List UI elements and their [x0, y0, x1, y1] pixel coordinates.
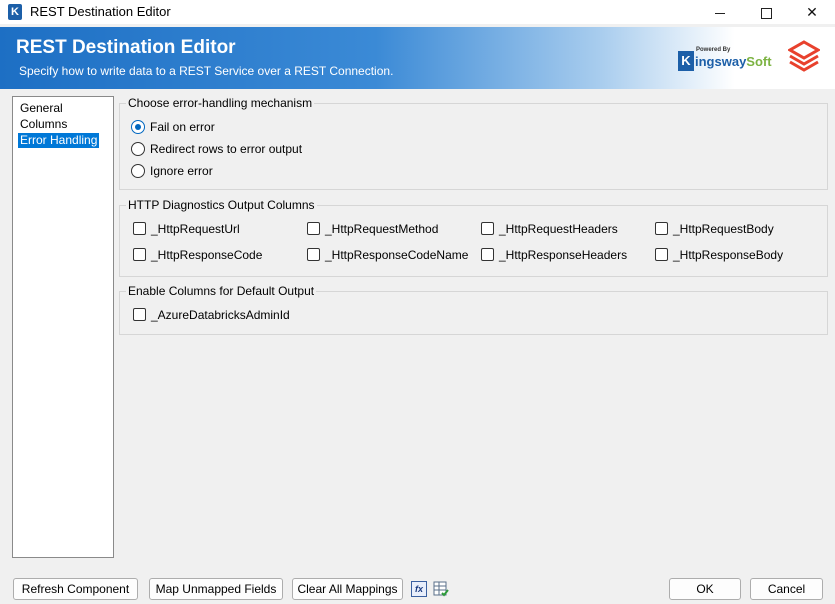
databricks-icon [788, 40, 820, 72]
minimize-button[interactable] [697, 0, 743, 24]
default-output-group: Enable Columns for Default Output _Azure… [119, 284, 828, 335]
kingswaysoft-logo: Powered By K ingswaySoft [678, 47, 772, 75]
clear-all-mappings-button[interactable]: Clear All Mappings [292, 578, 403, 600]
fail-on-error-label[interactable]: Fail on error [150, 119, 215, 135]
banner-title: REST Destination Editor [16, 37, 236, 58]
http-response-headers-checkbox[interactable] [481, 248, 494, 261]
fail-on-error-radio[interactable] [131, 120, 145, 134]
http-response-body-checkbox[interactable] [655, 248, 668, 261]
default-output-legend: Enable Columns for Default Output [126, 284, 317, 298]
redirect-rows-radio[interactable] [131, 142, 145, 156]
maximize-button[interactable] [743, 0, 789, 24]
banner-subtitle: Specify how to write data to a REST Serv… [19, 64, 394, 78]
http-response-code-checkbox[interactable] [133, 248, 146, 261]
azure-databricks-admin-id-checkbox[interactable] [133, 308, 146, 321]
error-handling-legend: Choose error-handling mechanism [126, 96, 315, 110]
http-request-body-label[interactable]: _HttpRequestBody [673, 221, 774, 237]
map-unmapped-fields-button[interactable]: Map Unmapped Fields [149, 578, 283, 600]
app-icon: K [8, 4, 22, 20]
logo-name-b: Soft [746, 54, 772, 69]
maximize-icon [760, 7, 772, 19]
http-request-url-checkbox[interactable] [133, 222, 146, 235]
http-response-headers-label[interactable]: _HttpResponseHeaders [499, 247, 627, 263]
http-response-body-label[interactable]: _HttpResponseBody [673, 247, 783, 263]
http-response-code-name-checkbox[interactable] [307, 248, 320, 261]
header-banner: REST Destination Editor Specify how to w… [0, 27, 835, 89]
ignore-error-radio[interactable] [131, 164, 145, 178]
fx-icon[interactable]: fx [411, 581, 427, 597]
nav-item-general[interactable]: General [18, 101, 65, 116]
http-request-method-label[interactable]: _HttpRequestMethod [325, 221, 438, 237]
logo-wordmark: ingswaySoft [695, 54, 772, 69]
error-handling-group: Choose error-handling mechanism Fail on … [119, 96, 828, 190]
logo-powered-by: Powered By [696, 47, 731, 53]
http-response-code-label[interactable]: _HttpResponseCode [151, 247, 262, 263]
http-response-code-name-label[interactable]: _HttpResponseCodeName [325, 247, 468, 263]
title-bar: K REST Destination Editor ✕ [0, 0, 835, 24]
nav-item-error-handling[interactable]: Error Handling [18, 133, 100, 148]
http-request-method-checkbox[interactable] [307, 222, 320, 235]
http-request-headers-label[interactable]: _HttpRequestHeaders [499, 221, 618, 237]
nav-item-columns[interactable]: Columns [18, 117, 69, 132]
http-request-url-label[interactable]: _HttpRequestUrl [151, 221, 240, 237]
ignore-error-label[interactable]: Ignore error [150, 163, 213, 179]
logo-name-a: ingsway [695, 54, 747, 69]
window-title: REST Destination Editor [30, 4, 171, 19]
close-button[interactable]: ✕ [789, 0, 835, 24]
column-grid-icon[interactable] [433, 581, 449, 597]
redirect-rows-label[interactable]: Redirect rows to error output [150, 141, 302, 157]
http-diagnostics-legend: HTTP Diagnostics Output Columns [126, 198, 317, 212]
http-request-headers-checkbox[interactable] [481, 222, 494, 235]
cancel-button[interactable]: Cancel [750, 578, 823, 600]
azure-databricks-admin-id-label[interactable]: _AzureDatabricksAdminId [151, 307, 290, 323]
ok-button[interactable]: OK [669, 578, 741, 600]
page-nav: General Columns Error Handling [12, 96, 114, 558]
http-request-body-checkbox[interactable] [655, 222, 668, 235]
refresh-component-button[interactable]: Refresh Component [13, 578, 138, 600]
minimize-icon [715, 12, 725, 14]
logo-k-mark: K [678, 51, 694, 71]
http-diagnostics-group: HTTP Diagnostics Output Columns _HttpReq… [119, 198, 828, 277]
